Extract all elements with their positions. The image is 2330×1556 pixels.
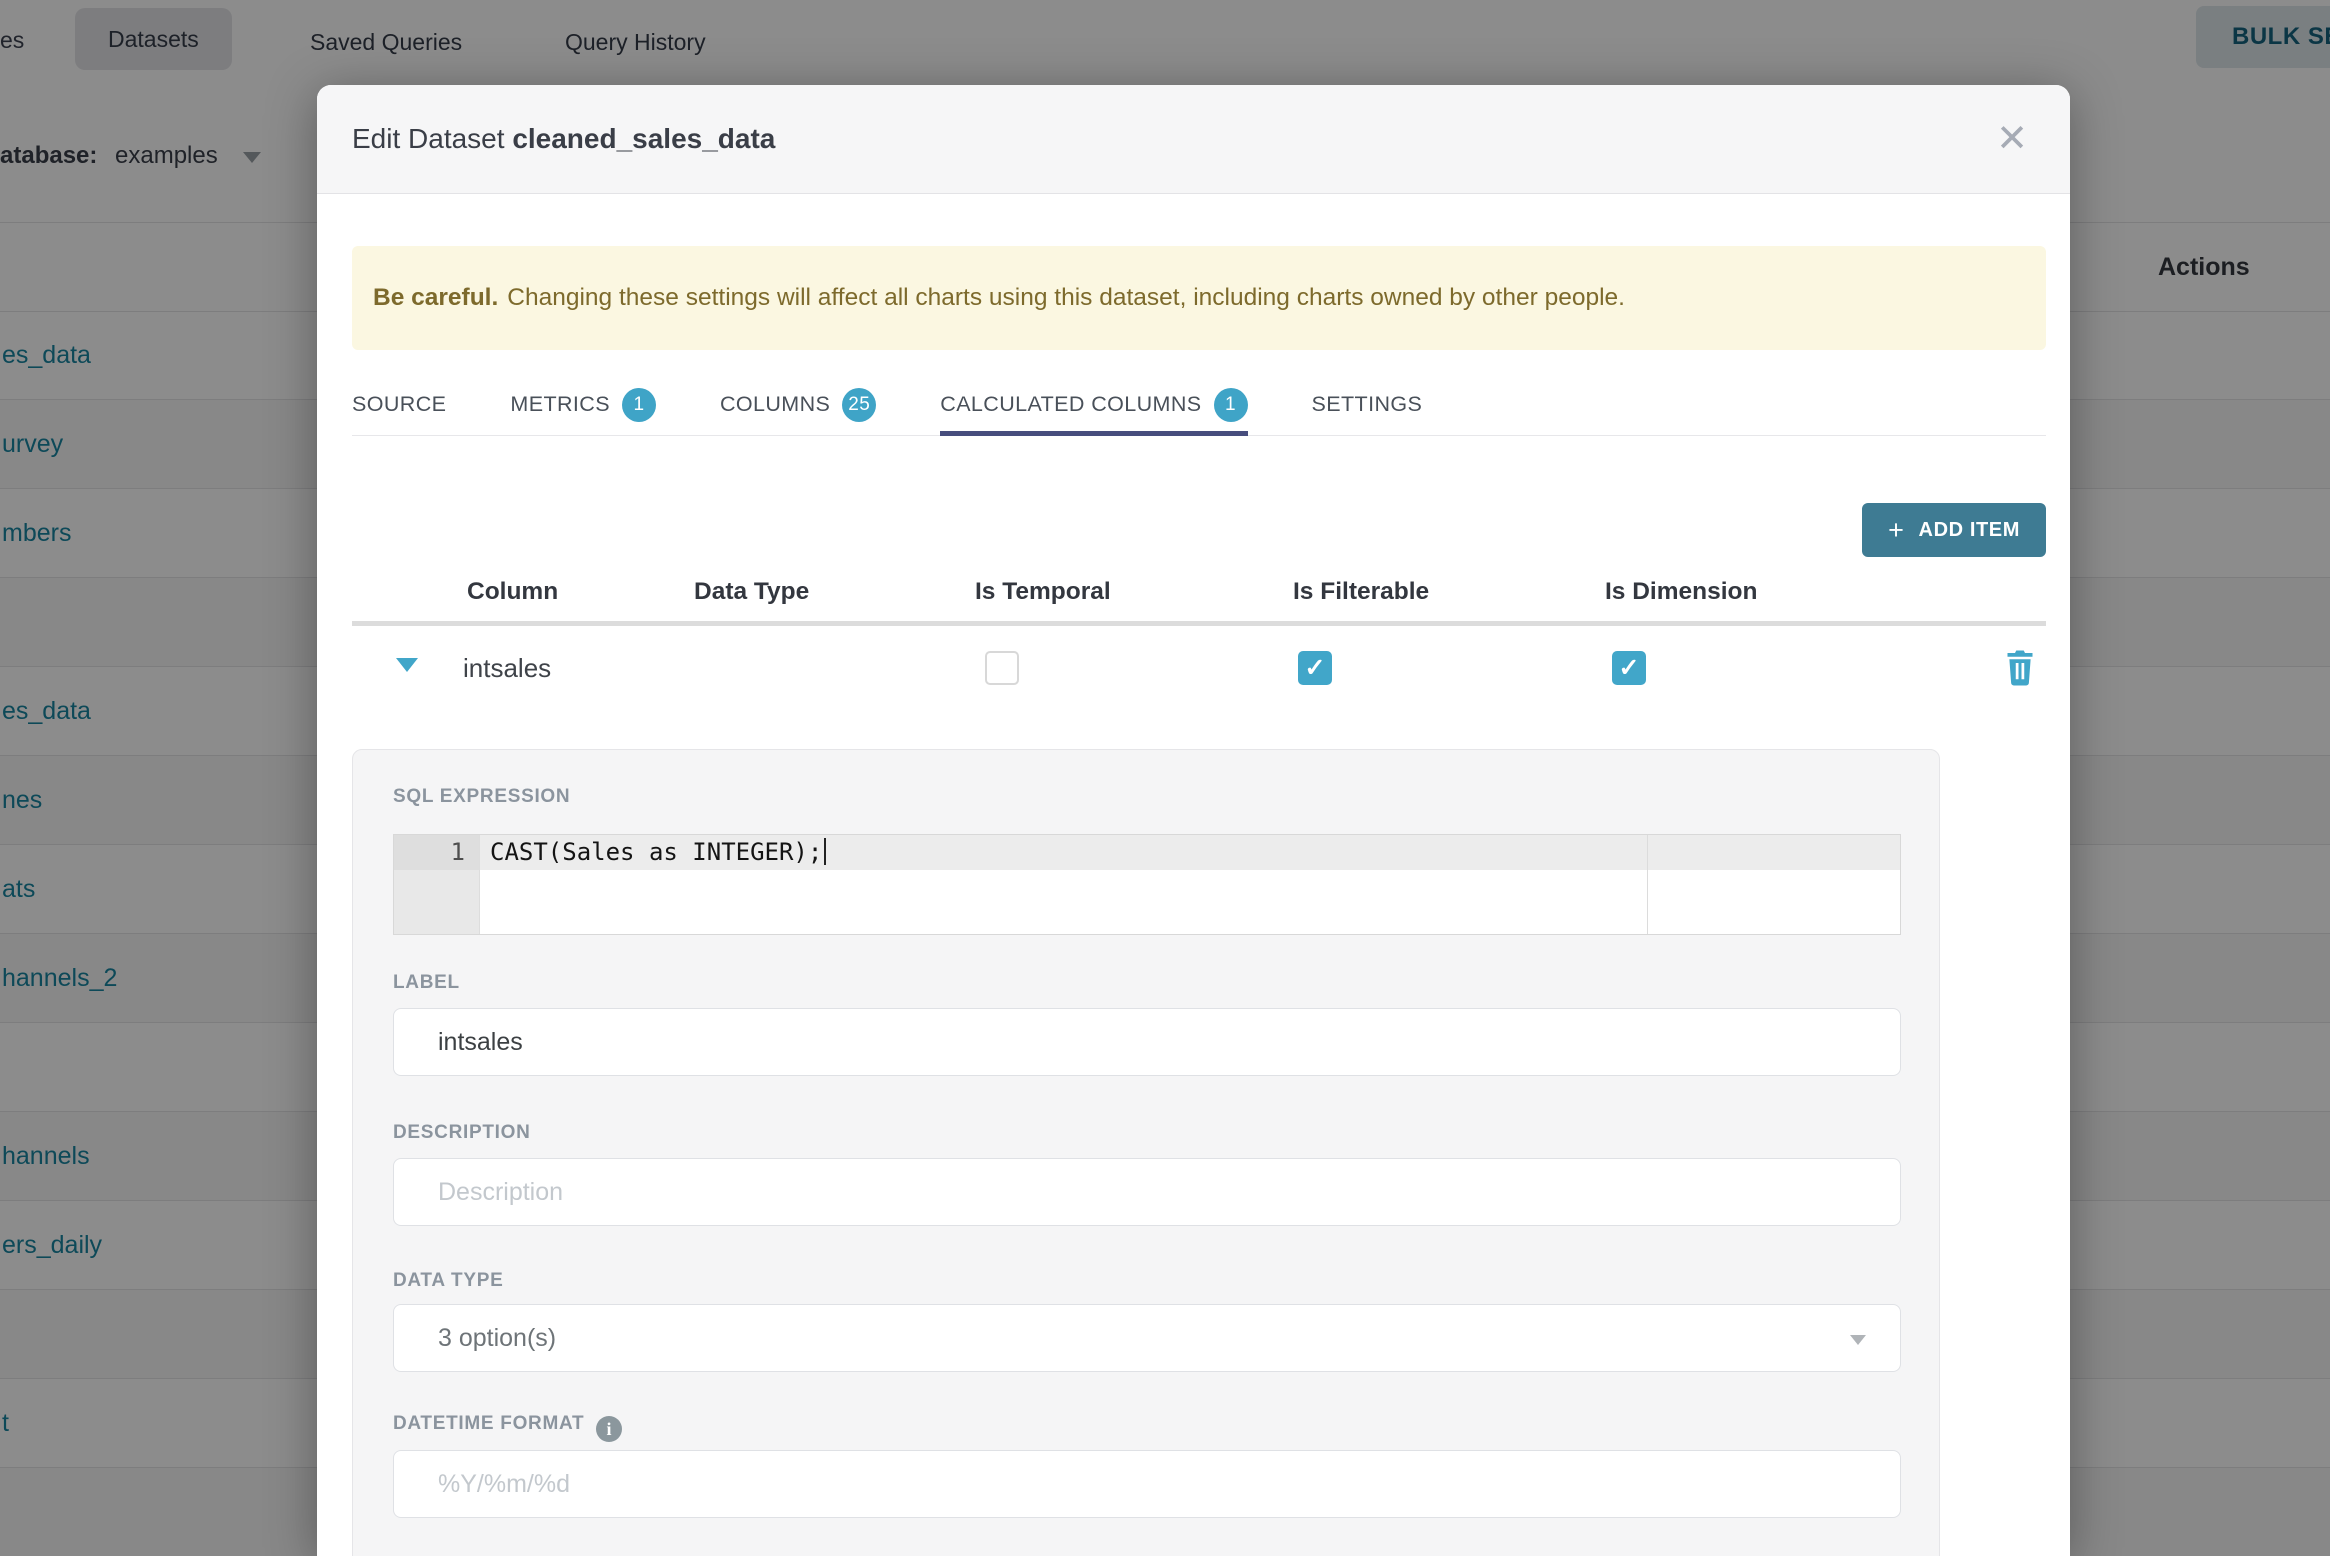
tab-columns-label: COLUMNS xyxy=(719,392,831,416)
is-temporal-checkbox[interactable] xyxy=(985,651,1019,685)
metrics-count-badge: 1 xyxy=(621,387,656,422)
label-input[interactable] xyxy=(393,1008,1901,1076)
tab-metrics[interactable]: METRICS 1 xyxy=(510,374,656,435)
calculated-columns-count-badge: 1 xyxy=(1213,387,1248,422)
header-is-temporal: Is Temporal xyxy=(975,578,1111,605)
header-is-filterable: Is Filterable xyxy=(1293,578,1430,605)
description-field-label: DESCRIPTION xyxy=(393,1122,531,1143)
tab-calculated-columns[interactable]: CALCULATED COLUMNS 1 xyxy=(940,374,1248,436)
tab-calculated-columns-label: CALCULATED COLUMNS xyxy=(940,392,1202,416)
screen: es Datasets Saved Queries Query History … xyxy=(0,0,2330,1556)
data-type-select-value: 3 option(s) xyxy=(438,1323,557,1352)
modal-title: Edit Dataset cleaned_sales_data xyxy=(352,85,775,193)
is-dimension-checkbox[interactable] xyxy=(1612,651,1646,685)
trash-icon xyxy=(2007,650,2033,686)
columns-count-badge: 25 xyxy=(842,387,877,422)
warning-banner: Be careful. Changing these settings will… xyxy=(352,246,2046,350)
sql-code-line: CAST(Sales as INTEGER); xyxy=(490,835,827,870)
modal-header: Edit Dataset cleaned_sales_data xyxy=(317,85,2070,194)
tab-columns[interactable]: COLUMNS 25 xyxy=(719,374,877,435)
tab-metrics-label: METRICS xyxy=(510,392,610,416)
modal-tabs: SOURCE METRICS 1 COLUMNS 25 CALCULATED C… xyxy=(352,374,2046,436)
description-input[interactable] xyxy=(393,1158,1901,1226)
column-name: intsales xyxy=(463,653,552,683)
line-number: 1 xyxy=(394,835,479,870)
add-item-button[interactable]: ADD ITEM xyxy=(1862,503,2046,557)
tab-source[interactable]: SOURCE xyxy=(352,374,446,435)
dataset-name: cleaned_sales_data xyxy=(512,123,776,154)
datetime-format-label-text: DATETIME FORMAT xyxy=(393,1413,585,1434)
datetime-format-input[interactable] xyxy=(393,1450,1901,1518)
calculated-column-row: intsales xyxy=(352,626,2046,746)
data-type-field-label: DATA TYPE xyxy=(393,1270,504,1291)
header-column: Column xyxy=(467,578,559,605)
editor-print-margin xyxy=(1647,835,1648,934)
is-filterable-checkbox[interactable] xyxy=(1298,651,1332,685)
add-item-label: ADD ITEM xyxy=(1918,518,2020,541)
datetime-format-field-label: DATETIME FORMAT xyxy=(393,1413,623,1442)
chevron-down-icon xyxy=(1850,1335,1866,1345)
label-field-label: LABEL xyxy=(393,972,460,993)
delete-column-button[interactable] xyxy=(2005,650,2035,691)
modal-title-prefix: Edit Dataset xyxy=(352,123,513,154)
tab-settings-label: SETTINGS xyxy=(1311,392,1423,416)
plus-icon xyxy=(1888,517,1904,544)
header-data-type: Data Type xyxy=(694,578,810,605)
collapse-caret-icon[interactable] xyxy=(396,658,418,672)
editor-gutter: 1 xyxy=(394,835,480,934)
sql-expression-label: SQL EXPRESSION xyxy=(393,786,571,807)
column-detail-panel: SQL EXPRESSION 1 CAST(Sales as INTEGER);… xyxy=(352,749,1940,1556)
edit-dataset-modal: Edit Dataset cleaned_sales_data Be caref… xyxy=(317,85,2070,1556)
data-type-select[interactable]: 3 option(s) xyxy=(393,1304,1901,1372)
warning-bold: Be careful. xyxy=(373,284,499,311)
close-icon[interactable] xyxy=(1988,115,2036,163)
sql-code-text: CAST(Sales as INTEGER); xyxy=(490,838,823,866)
info-icon[interactable] xyxy=(596,1416,623,1442)
header-is-dimension: Is Dimension xyxy=(1605,578,1758,605)
tab-source-label: SOURCE xyxy=(352,392,447,416)
warning-text: Changing these settings will affect all … xyxy=(507,284,1625,311)
text-cursor xyxy=(824,838,827,865)
tab-settings[interactable]: SETTINGS xyxy=(1312,374,1423,435)
sql-expression-editor[interactable]: 1 CAST(Sales as INTEGER); xyxy=(393,834,1901,935)
